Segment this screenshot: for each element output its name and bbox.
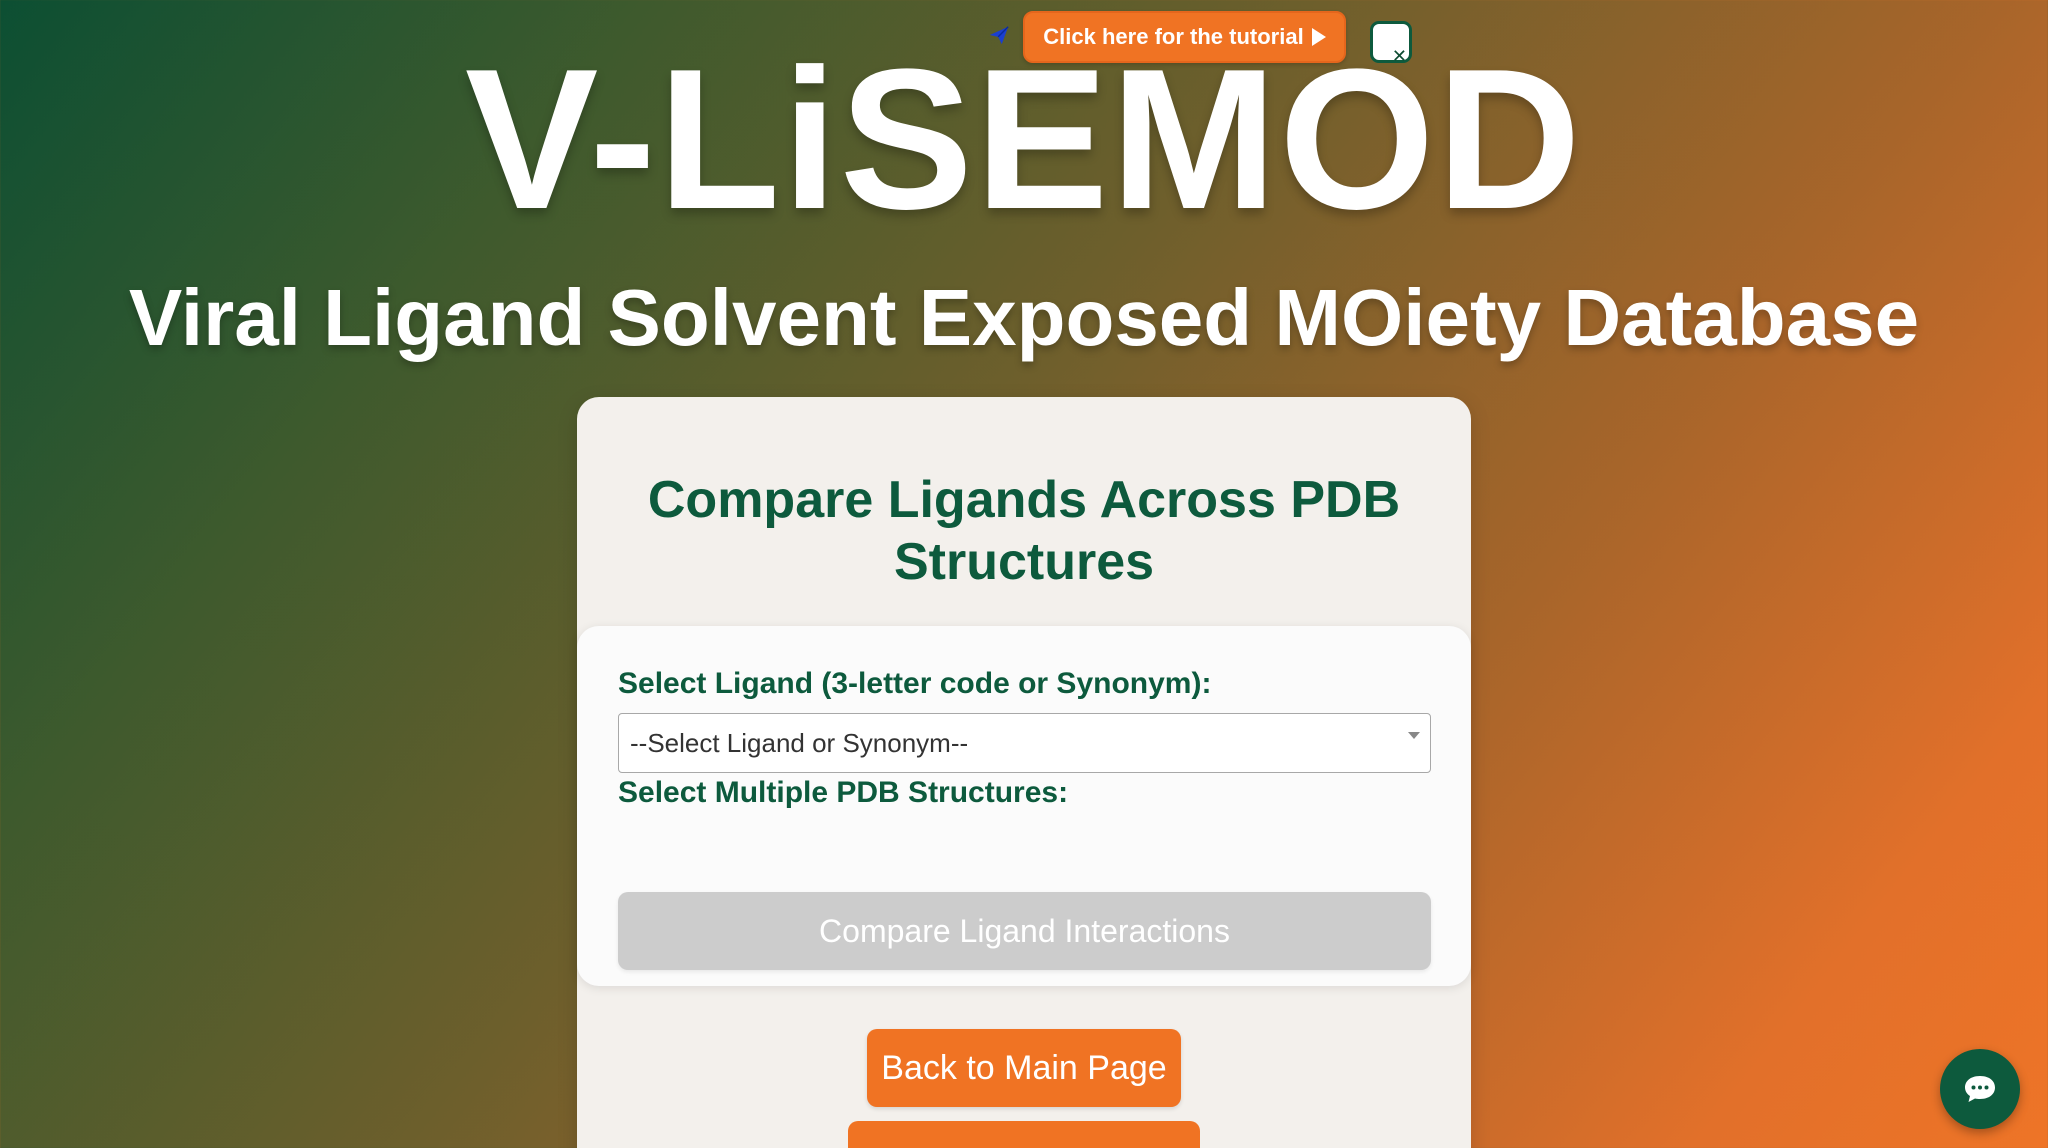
card-title: Compare Ligands Across PDB Structures bbox=[647, 471, 1401, 591]
ligand-select-value: --Select Ligand or Synonym-- bbox=[630, 727, 969, 758]
chevron-down-icon bbox=[1408, 732, 1420, 739]
back-to-main-button[interactable]: Back to Main Page bbox=[867, 1029, 1181, 1107]
ligand-select[interactable]: --Select Ligand or Synonym-- bbox=[618, 713, 1431, 773]
ligand-select-label: Select Ligand (3-letter code or Synonym)… bbox=[618, 667, 1212, 700]
compare-card: Compare Ligands Across PDB Structures Se… bbox=[577, 397, 1471, 1148]
compare-ligand-interactions-button[interactable]: Compare Ligand Interactions bbox=[618, 892, 1431, 970]
compare-form: Select Ligand (3-letter code or Synonym)… bbox=[577, 626, 1471, 986]
secondary-nav-button[interactable]: Try the Protein Search bbox=[848, 1121, 1200, 1148]
site-subtitle: Viral Ligand Solvent Exposed MOiety Data… bbox=[128, 273, 1920, 362]
chat-button[interactable] bbox=[1940, 1049, 2020, 1129]
chat-bubble-icon bbox=[1965, 1076, 1995, 1102]
pdb-select-label: Select Multiple PDB Structures: bbox=[618, 776, 1069, 809]
site-title: V-LiSEMOD bbox=[464, 28, 1584, 251]
